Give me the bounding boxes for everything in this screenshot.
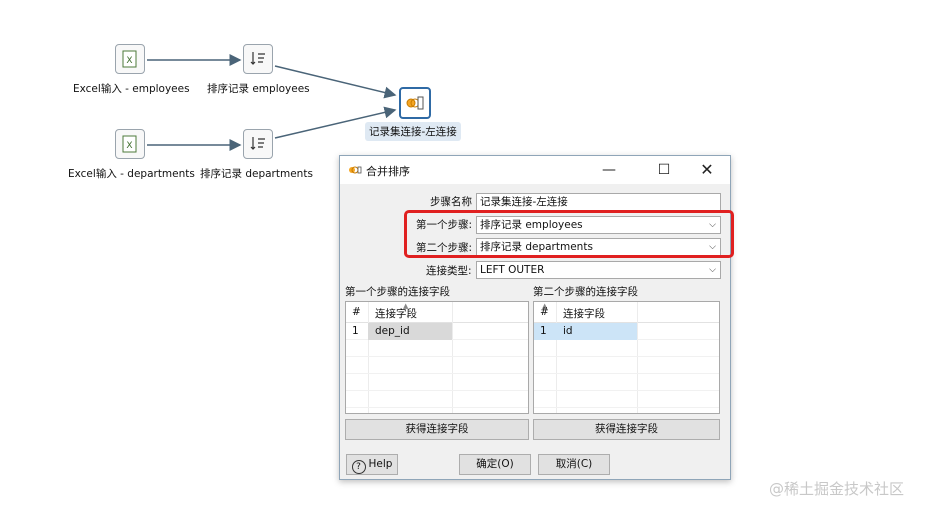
step-label: 排序记录 employees <box>207 83 310 95</box>
help-button-label: Help <box>368 458 393 470</box>
step-merge-join[interactable] <box>399 87 431 119</box>
row-field[interactable]: id <box>563 325 573 337</box>
watermark: @稀土掘金技术社区 <box>769 480 905 498</box>
left-join-fields-table[interactable]: ▲ # 连接字段 1 dep_id <box>345 301 529 414</box>
ok-button[interactable]: 确定(O) <box>459 454 531 475</box>
excel-icon: X <box>122 135 137 153</box>
dialog-titlebar[interactable]: 合并排序 — ☐ ✕ <box>340 156 730 184</box>
close-button[interactable]: ✕ <box>692 160 722 180</box>
step-label: Excel输入 - departments <box>68 168 195 180</box>
annotation-highlight-box <box>404 210 734 258</box>
row-field[interactable]: dep_id <box>375 325 410 337</box>
table-header <box>346 302 528 323</box>
maximize-button[interactable]: ☐ <box>649 160 679 180</box>
step-label: Excel输入 - employees <box>73 83 190 95</box>
step-name-input[interactable]: 记录集连接-左连接 <box>476 193 721 211</box>
step-excel-departments[interactable]: X <box>115 129 145 159</box>
dialog-title: 合并排序 <box>366 165 410 178</box>
column-header-field: 连接字段 <box>375 308 417 320</box>
join-type-select[interactable]: LEFT OUTER ⌵ <box>476 261 721 279</box>
column-header-num: # <box>540 306 549 318</box>
column-header-field: 连接字段 <box>563 308 605 320</box>
step-label: 排序记录 departments <box>200 168 313 180</box>
svg-text:X: X <box>126 56 132 66</box>
right-grid-title: 第二个步骤的连接字段 <box>533 286 638 298</box>
merge-join-icon <box>349 166 362 174</box>
step-sort-departments[interactable] <box>243 129 273 159</box>
merge-join-dialog: 合并排序 — ☐ ✕ 步骤名称 记录集连接-左连接 第一个步骤: 排序记录 em… <box>339 155 731 480</box>
row-num: 1 <box>540 325 547 337</box>
step-label: 记录集连接-左连接 <box>365 122 461 141</box>
row-num: 1 <box>352 325 359 337</box>
cancel-button[interactable]: 取消(C) <box>538 454 610 475</box>
help-button[interactable]: ? Help <box>346 454 398 475</box>
excel-icon: X <box>122 50 137 68</box>
get-left-join-fields-button[interactable]: 获得连接字段 <box>345 419 529 440</box>
right-join-fields-table[interactable]: ▲ # 连接字段 1 id <box>533 301 720 414</box>
column-header-num: # <box>352 306 361 318</box>
left-grid-title: 第一个步骤的连接字段 <box>345 286 450 298</box>
step-name-label: 步骤名称 <box>430 196 472 208</box>
table-header <box>534 302 719 323</box>
step-excel-employees[interactable]: X <box>115 44 145 74</box>
sort-icon <box>250 52 265 65</box>
minimize-button[interactable]: — <box>594 160 624 180</box>
get-right-join-fields-button[interactable]: 获得连接字段 <box>533 419 720 440</box>
table-row[interactable] <box>534 323 637 340</box>
svg-text:X: X <box>126 141 132 151</box>
help-icon: ? <box>351 460 366 474</box>
sort-icon <box>250 137 265 150</box>
step-sort-employees[interactable] <box>243 44 273 74</box>
join-type-label: 连接类型: <box>426 265 472 277</box>
chevron-down-icon: ⌵ <box>709 265 716 275</box>
merge-join-icon <box>406 96 424 110</box>
join-type-value: LEFT OUTER <box>480 264 545 276</box>
